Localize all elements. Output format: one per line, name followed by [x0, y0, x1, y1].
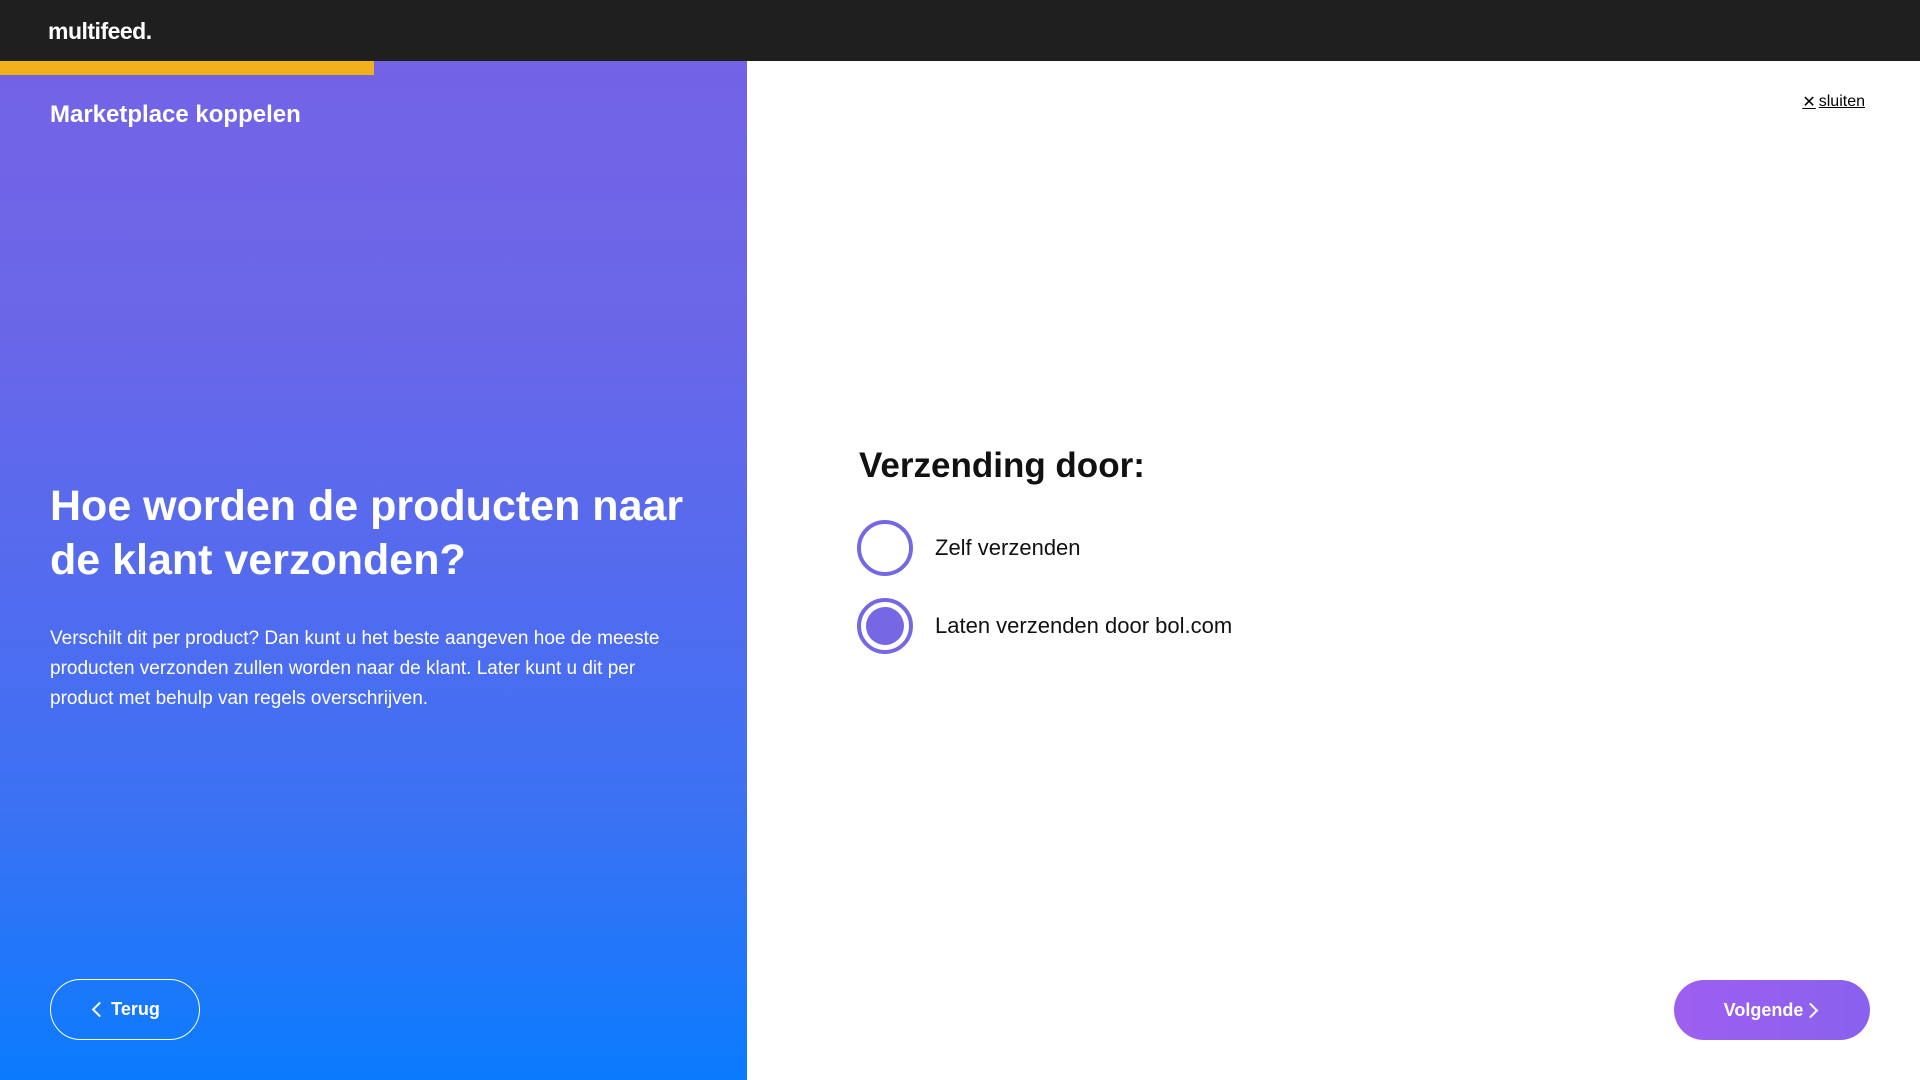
back-button[interactable]: Terug [50, 979, 200, 1040]
radio-selected-dot [866, 607, 904, 645]
close-icon: ✕ [1802, 94, 1816, 111]
progress-bar [0, 61, 747, 75]
back-button-label: Terug [111, 999, 160, 1019]
progress-bar-fill [0, 61, 374, 75]
panel-title: Marketplace koppelen [50, 101, 301, 128]
radio-option-bol-ship[interactable]: Laten verzenden door bol.com [857, 598, 1232, 654]
top-bar: multifeed. [0, 0, 1920, 61]
left-panel: Marketplace koppelen Hoe worden de produ… [0, 61, 747, 1080]
question-description: Verschilt dit per product? Dan kunt u he… [50, 628, 660, 709]
multifeed-logo[interactable]: multifeed. [48, 18, 152, 45]
chevron-left-icon [91, 1001, 108, 1018]
chevron-right-icon [1803, 1002, 1819, 1018]
radio-button[interactable] [857, 598, 913, 654]
question-heading: Hoe worden de producten naar de klant ve… [50, 482, 684, 584]
close-link[interactable]: ✕ sluiten [1802, 92, 1865, 112]
close-label: sluiten [1818, 93, 1865, 110]
radio-option-self-ship[interactable]: Zelf verzenden [857, 520, 1081, 576]
radio-label: Zelf verzenden [935, 535, 1081, 560]
radio-button[interactable] [857, 520, 913, 576]
next-button-label: Volgende [1723, 999, 1804, 1020]
shipping-heading: Verzending door: [859, 446, 1145, 485]
next-button[interactable]: Volgende [1674, 980, 1870, 1040]
radio-label: Laten verzenden door bol.com [935, 613, 1233, 638]
